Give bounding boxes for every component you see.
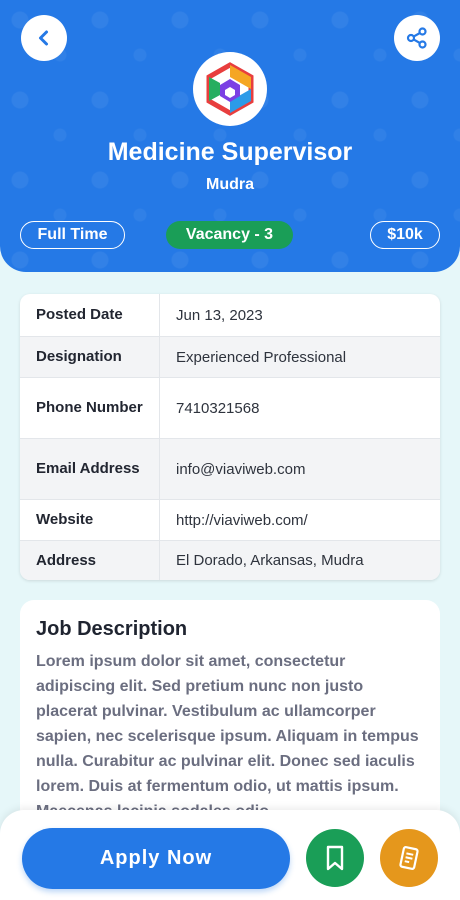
detail-row-email: Email Address info@viaviweb.com <box>20 438 440 499</box>
detail-value[interactable]: 7410321568 <box>160 378 440 438</box>
apply-now-button[interactable]: Apply Now <box>22 828 290 889</box>
address-value: El Dorado, Arkansas, Mudra <box>176 552 364 569</box>
bookmark-icon <box>326 845 344 871</box>
phone-value[interactable]: 7410321568 <box>176 400 259 417</box>
detail-row-posted-date: Posted Date Jun 13, 2023 <box>20 294 440 336</box>
detail-value: Jun 13, 2023 <box>160 294 440 336</box>
detail-value[interactable]: info@viaviweb.com <box>160 439 440 499</box>
job-description-title: Job Description <box>36 618 188 640</box>
detail-row-website: Website http://viaviweb.com/ <box>20 499 440 540</box>
share-icon <box>406 27 427 49</box>
detail-value: Experienced Professional <box>160 337 440 377</box>
chevron-left-icon <box>39 30 48 46</box>
bottom-action-bar: Apply Now <box>0 810 460 900</box>
job-header: Medicine Supervisor Mudra Full Time Vaca… <box>0 0 460 272</box>
vacancy-badge: Vacancy - 3 <box>166 221 293 249</box>
job-details-table: Posted Date Jun 13, 2023 Designation Exp… <box>20 294 440 580</box>
company-name: Mudra <box>206 176 254 193</box>
posted-date-value: Jun 13, 2023 <box>176 306 263 324</box>
website-link[interactable]: http://viaviweb.com/ <box>176 512 308 529</box>
back-button[interactable] <box>21 15 67 61</box>
bookmark-button[interactable] <box>306 829 364 887</box>
detail-value: El Dorado, Arkansas, Mudra <box>160 541 440 580</box>
salary-badge: $10k <box>370 221 440 249</box>
designation-value: Experienced Professional <box>176 348 347 366</box>
detail-value[interactable]: http://viaviweb.com/ <box>160 500 440 540</box>
detail-label: Website <box>20 500 160 540</box>
company-logo-icon <box>206 62 254 116</box>
share-button[interactable] <box>394 15 440 61</box>
document-icon <box>399 846 419 870</box>
detail-label: Phone Number <box>20 378 160 438</box>
company-logo <box>193 52 267 126</box>
detail-label: Email Address <box>20 439 160 499</box>
job-title: Medicine Supervisor <box>107 138 353 166</box>
job-type-badge: Full Time <box>20 221 125 249</box>
detail-label: Posted Date <box>20 294 160 336</box>
job-description-text: Lorem ipsum dolor sit amet, consectetur … <box>36 653 419 820</box>
detail-row-phone: Phone Number 7410321568 <box>20 377 440 438</box>
detail-row-address: Address El Dorado, Arkansas, Mudra <box>20 540 440 580</box>
document-button[interactable] <box>380 829 438 887</box>
detail-row-designation: Designation Experienced Professional <box>20 336 440 377</box>
email-value[interactable]: info@viaviweb.com <box>176 461 305 478</box>
detail-label: Designation <box>20 337 160 377</box>
detail-label: Address <box>20 541 160 580</box>
